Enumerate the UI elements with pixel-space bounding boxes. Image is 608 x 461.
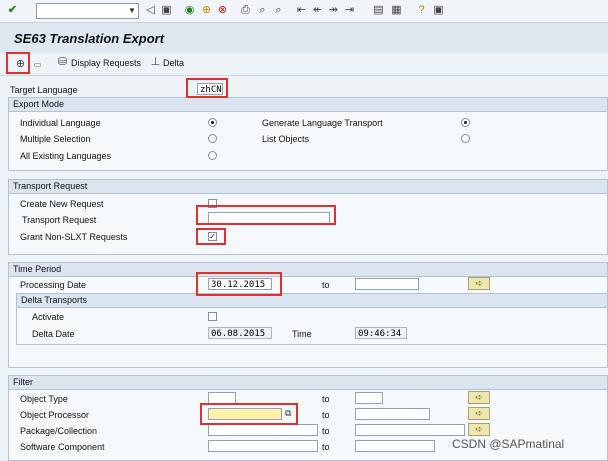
- list-objects-label: List Objects: [262, 134, 310, 144]
- object-processor-to-input[interactable]: [355, 408, 430, 420]
- time-input: 09:46:34: [355, 327, 407, 339]
- software-component-label: Software Component: [20, 442, 105, 452]
- package-collection-multiple-selection-button[interactable]: ➪: [468, 423, 490, 436]
- back-icon[interactable]: ◁: [144, 4, 157, 17]
- grant-nonslxt-label: Grant Non-SLXT Requests: [20, 232, 128, 242]
- processing-date-to-input[interactable]: [355, 278, 419, 290]
- cancel-icon[interactable]: ⊕: [200, 4, 213, 17]
- processing-date-to-label: to: [322, 280, 330, 290]
- print-icon[interactable]: ⎙: [239, 4, 252, 17]
- save-icon[interactable]: ▣: [160, 4, 173, 17]
- package-collection-to-input[interactable]: [355, 424, 465, 436]
- package-collection-from-input[interactable]: [208, 424, 318, 436]
- create-new-request-label: Create New Request: [20, 199, 104, 209]
- page-title: SE63 Translation Export: [14, 31, 165, 46]
- object-type-to-input[interactable]: [355, 392, 383, 404]
- check-icon[interactable]: ✔: [6, 4, 19, 17]
- prev-page-icon[interactable]: ↞: [311, 4, 324, 17]
- find-icon[interactable]: ⌕: [256, 4, 269, 17]
- export-mode-title: Export Mode: [9, 98, 607, 112]
- object-type-label: Object Type: [20, 394, 68, 404]
- processing-date-label: Processing Date: [20, 280, 87, 290]
- help-icon[interactable]: ?: [415, 4, 428, 17]
- transport-request-input[interactable]: [208, 212, 330, 224]
- display-requests-icon: ⛁: [57, 56, 68, 68]
- object-processor-from-input[interactable]: [208, 408, 282, 420]
- target-language-input[interactable]: zhCN: [197, 83, 223, 95]
- delta-button[interactable]: Delta: [163, 58, 184, 68]
- filter-title: Filter: [9, 376, 607, 390]
- shortcut-icon[interactable]: ▦: [390, 4, 403, 17]
- object-processor-label: Object Processor: [20, 410, 90, 420]
- all-existing-languages-label: All Existing Languages: [20, 151, 112, 161]
- search-help-icon[interactable]: ⧉: [285, 407, 295, 419]
- software-component-to-label: to: [322, 442, 330, 452]
- execute-icon[interactable]: ⊕: [14, 58, 27, 71]
- time-label: Time: [292, 329, 312, 339]
- background-job-icon[interactable]: ▭: [31, 58, 44, 71]
- first-page-icon[interactable]: ⇤: [295, 4, 308, 17]
- delta-transports-title: Delta Transports: [17, 294, 607, 308]
- next-page-icon[interactable]: ↠: [327, 4, 340, 17]
- find-next-icon[interactable]: ⌕: [272, 4, 285, 17]
- processing-date-from-input[interactable]: 30.12.2015: [208, 278, 272, 290]
- object-type-to-label: to: [322, 394, 330, 404]
- delta-date-input: 06.08.2015: [208, 327, 272, 339]
- activate-checkbox[interactable]: [208, 312, 217, 321]
- object-type-from-input[interactable]: [208, 392, 236, 404]
- individual-language-label: Individual Language: [20, 118, 101, 128]
- grant-nonslxt-checkbox[interactable]: ✓: [208, 232, 217, 241]
- new-session-icon[interactable]: ▤: [372, 4, 385, 17]
- chevron-down-icon[interactable]: ▼: [126, 4, 138, 18]
- package-collection-to-label: to: [322, 426, 330, 436]
- activate-label: Activate: [32, 312, 65, 322]
- all-existing-languages-radio[interactable]: [208, 151, 217, 160]
- time-period-title: Time Period: [9, 263, 607, 277]
- customize-icon[interactable]: ▣: [432, 4, 445, 17]
- multiple-selection-label: Multiple Selection: [20, 134, 91, 144]
- multiple-selection-radio[interactable]: [208, 134, 217, 143]
- generate-language-transport-radio[interactable]: [461, 118, 470, 127]
- command-field[interactable]: ▼: [36, 3, 139, 19]
- arrow-right-icon: ➪: [475, 408, 483, 418]
- display-requests-button[interactable]: Display Requests: [71, 58, 141, 68]
- generate-language-transport-label: Generate Language Transport: [262, 118, 383, 128]
- software-component-from-input[interactable]: [208, 440, 318, 452]
- stop-icon[interactable]: ⊗: [216, 4, 229, 17]
- individual-language-radio[interactable]: [208, 118, 217, 127]
- software-component-to-input[interactable]: [355, 440, 435, 452]
- create-new-request-checkbox[interactable]: [208, 199, 217, 208]
- delta-date-label: Delta Date: [32, 329, 75, 339]
- watermark: CSDN @SAPmatinal: [452, 437, 565, 451]
- transport-request-title: Transport Request: [9, 180, 607, 194]
- object-processor-multiple-selection-button[interactable]: ➪: [468, 407, 490, 420]
- exit-icon[interactable]: ◉: [183, 4, 196, 17]
- object-type-multiple-selection-button[interactable]: ➪: [468, 391, 490, 404]
- system-toolbar: ✔ ▼ ◁ ▣ ◉ ⊕ ⊗ ⎙ ⌕ ⌕ ⇤ ↞ ↠ ⇥ ▤ ▦ ? ▣: [0, 0, 608, 23]
- delta-icon: ⊥: [150, 56, 161, 68]
- arrow-right-icon: ➪: [475, 278, 483, 288]
- delta-transports-group: Delta Transports: [16, 293, 608, 345]
- target-language-label: Target Language: [10, 85, 78, 95]
- transport-request-label: Transport Request: [22, 215, 97, 225]
- list-objects-radio[interactable]: [461, 134, 470, 143]
- object-processor-to-label: to: [322, 410, 330, 420]
- arrow-right-icon: ➪: [475, 424, 483, 434]
- package-collection-label: Package/Collection: [20, 426, 98, 436]
- last-page-icon[interactable]: ⇥: [343, 4, 356, 17]
- arrow-right-icon: ➪: [475, 392, 483, 402]
- processing-date-multiple-selection-button[interactable]: ➪: [468, 277, 490, 290]
